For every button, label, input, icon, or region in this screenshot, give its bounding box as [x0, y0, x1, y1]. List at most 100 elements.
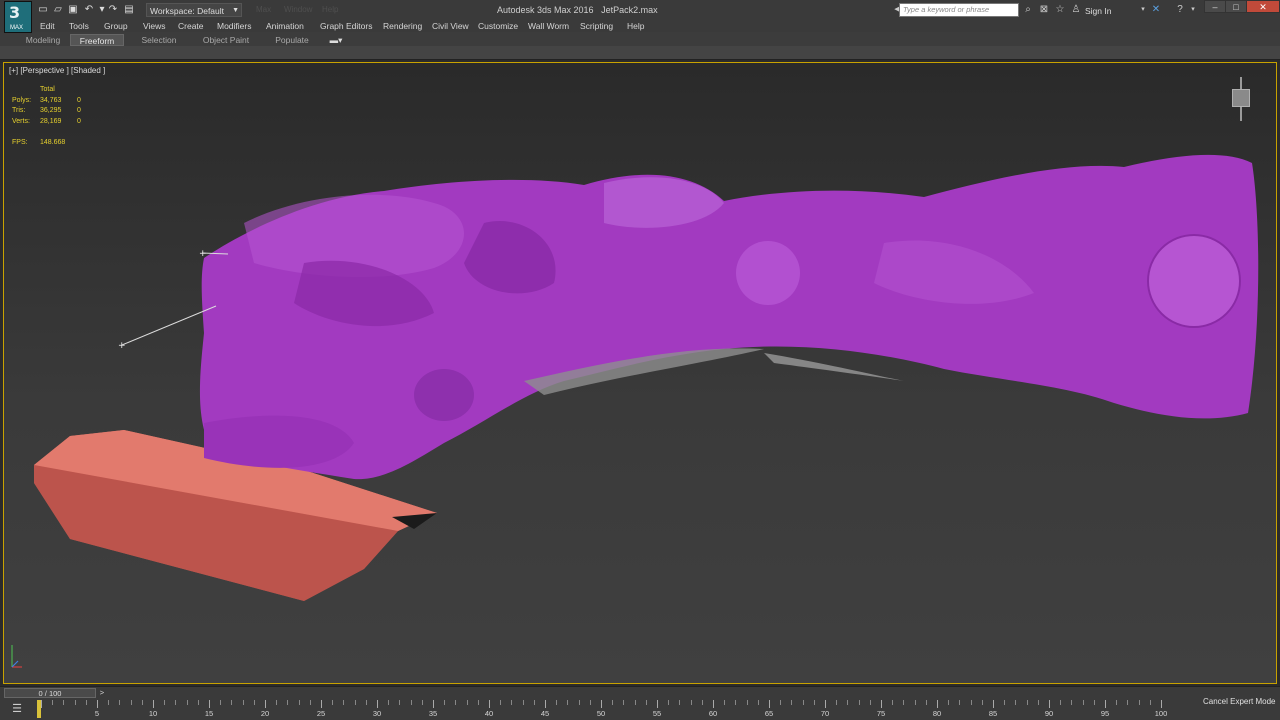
favorites-star-icon[interactable]: ☆ — [1053, 3, 1067, 17]
stats-total: 28,169 — [40, 117, 62, 125]
tab-object-paint[interactable]: Object Paint — [196, 34, 256, 46]
ruler-tick — [589, 700, 591, 705]
mini-curve-editor-icon[interactable]: ☰ — [10, 702, 24, 716]
ruler-tick — [41, 700, 42, 708]
ruler-tick — [545, 700, 546, 708]
stats-selected: 0 — [77, 117, 81, 125]
ruler-tick — [309, 700, 311, 705]
ruler-tick — [858, 700, 860, 705]
ruler-label: 55 — [652, 709, 662, 718]
ruler-tick — [713, 700, 714, 708]
chevron-down-icon: ▼ — [232, 7, 239, 14]
open-file-icon[interactable]: ▱ — [51, 3, 65, 17]
ruler-tick — [141, 700, 143, 705]
ruler-label: 40 — [484, 709, 494, 718]
menu-rendering[interactable]: Rendering — [383, 21, 422, 31]
menu-edit[interactable]: Edit — [40, 21, 55, 31]
maximize-button[interactable]: □ — [1225, 0, 1247, 13]
ruler-tick — [153, 700, 154, 708]
ruler-tick — [63, 700, 65, 705]
project-folder-icon[interactable]: ▤ — [122, 3, 136, 17]
chevron-down-icon[interactable]: ▾ — [1136, 3, 1150, 17]
workspace-dropdown[interactable]: Workspace: Default ▼ — [146, 3, 242, 17]
track-ruler[interactable]: 5 10 15 20 25 30 35 40 45 50 55 60 65 70 75 80 85 90 95 100 — [37, 700, 1193, 718]
ruler-tick — [298, 700, 300, 705]
new-file-icon[interactable]: ▭ — [36, 3, 50, 17]
viewcube[interactable] — [1228, 77, 1254, 121]
ruler-tick — [1127, 700, 1129, 705]
ruler-label: 10 — [148, 709, 158, 718]
ruler-label: 15 — [204, 709, 214, 718]
menu-animation[interactable]: Animation — [266, 21, 304, 31]
minimize-button[interactable]: – — [1204, 0, 1226, 13]
ruler-tick — [500, 700, 502, 705]
ribbon-options-icon[interactable]: ▬▾ — [326, 34, 346, 46]
exchange-apps-icon[interactable]: ✕ — [1149, 3, 1163, 17]
sign-in-link[interactable]: Sign In — [1085, 6, 1111, 16]
ruler-tick — [197, 700, 199, 705]
viewport-label[interactable]: [+] [Perspective ] [Shaded ] — [9, 66, 105, 75]
fps-value: 148.668 — [40, 138, 66, 146]
user-icon[interactable]: ♙ — [1069, 3, 1083, 17]
ruler-tick — [220, 700, 222, 705]
binoculars-icon[interactable]: ⌕ — [1021, 3, 1035, 17]
perspective-viewport[interactable]: + + [+] [Perspective ] [Shaded ] Total P… — [3, 62, 1277, 684]
ruler-tick — [948, 700, 950, 705]
ruler-tick — [690, 700, 692, 705]
search-input[interactable]: Type a keyword or phrase — [899, 3, 1019, 17]
ruler-tick — [1015, 700, 1017, 705]
ghost-menu-max: Max — [256, 5, 272, 14]
menu-help[interactable]: Help — [627, 21, 644, 31]
workspace-label: Workspace: Default — [150, 6, 225, 16]
ruler-label: 65 — [764, 709, 774, 718]
ruler-label: 30 — [372, 709, 382, 718]
help-icon[interactable]: ? — [1173, 3, 1187, 17]
time-slider-thumb[interactable]: 0 / 100 — [4, 688, 96, 698]
ghost-menu-help: Help — [322, 5, 339, 14]
window-title: Autodesk 3ds Max 2016 JetPack2.max — [497, 5, 658, 15]
menu-civil-view[interactable]: Civil View — [432, 21, 469, 31]
ruler-tick — [1049, 700, 1050, 708]
tab-freeform[interactable]: Freeform — [70, 34, 124, 46]
menu-wall-worm[interactable]: Wall Worm — [528, 21, 569, 31]
close-button[interactable]: ✕ — [1246, 0, 1280, 13]
menu-views[interactable]: Views — [143, 21, 166, 31]
ruler-tick — [746, 700, 748, 705]
menu-create[interactable]: Create — [178, 21, 204, 31]
undo-icon[interactable]: ↶ — [82, 3, 96, 17]
communication-center-icon[interactable]: ⊠ — [1037, 3, 1051, 17]
ruler-tick — [175, 700, 177, 705]
stats-header: Total — [40, 86, 55, 93]
chevron-down-icon[interactable]: ▾ — [1186, 3, 1200, 17]
menu-customize[interactable]: Customize — [478, 21, 518, 31]
ruler-label: 60 — [708, 709, 718, 718]
ruler-tick — [455, 700, 457, 705]
ruler-tick — [231, 700, 233, 705]
tab-modeling[interactable]: Modeling — [19, 34, 67, 46]
viewcube-cube[interactable] — [1232, 89, 1250, 107]
menu-graph-editors[interactable]: Graph Editors — [320, 21, 372, 31]
ruler-tick — [847, 700, 849, 705]
cancel-expert-mode-button[interactable]: Cancel Expert Mode — [1203, 698, 1280, 720]
ruler-tick — [701, 700, 703, 705]
application-menu-button[interactable]: 3 MAX — [4, 1, 32, 33]
menu-modifiers[interactable]: Modifiers — [217, 21, 251, 31]
ruler-tick — [343, 700, 345, 705]
redo-icon[interactable]: ↷ — [106, 3, 120, 17]
ruler-tick — [757, 700, 759, 705]
next-frame-icon[interactable]: > — [97, 688, 107, 698]
ruler-label: 20 — [260, 709, 270, 718]
ruler-tick — [679, 700, 681, 705]
tab-populate[interactable]: Populate — [270, 34, 314, 46]
ribbon-panel — [0, 46, 1280, 60]
menu-tools[interactable]: Tools — [69, 21, 89, 31]
tab-selection[interactable]: Selection — [136, 34, 182, 46]
menu-group[interactable]: Group — [104, 21, 128, 31]
ruler-label: 5 — [94, 709, 100, 718]
stats-selected: 0 — [77, 96, 81, 104]
save-file-icon[interactable]: ▣ — [66, 3, 80, 17]
menu-scripting[interactable]: Scripting — [580, 21, 613, 31]
scene-render: + + — [34, 154, 1259, 601]
ruler-tick — [970, 700, 972, 705]
ruler-tick — [578, 700, 580, 705]
